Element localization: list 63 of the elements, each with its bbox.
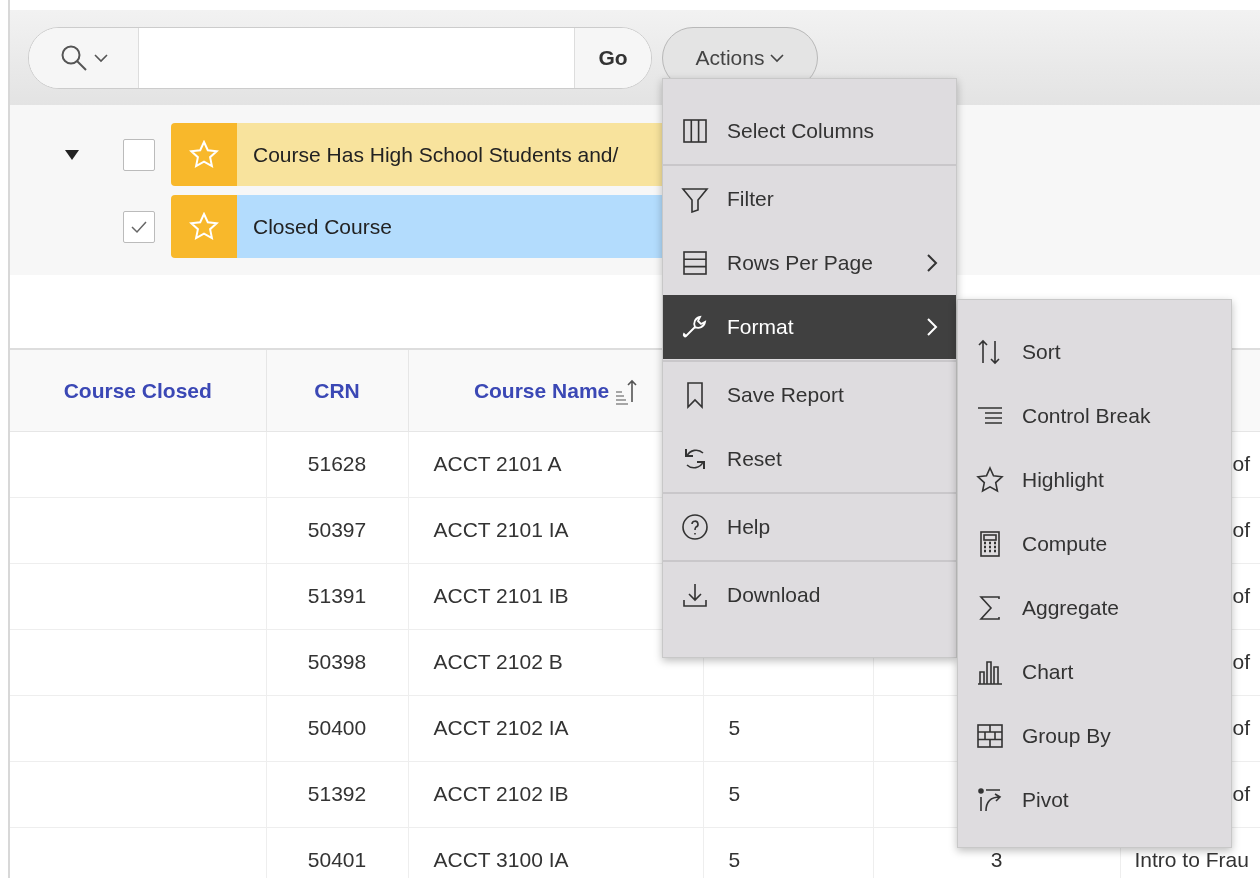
menu-item[interactable]: Download xyxy=(663,563,956,627)
table-cell: 5 xyxy=(728,716,741,740)
table-cell: 50398 xyxy=(307,650,367,674)
menu-item[interactable]: Pivot xyxy=(958,768,1231,832)
table-cell: ACCT 2102 IA xyxy=(433,716,569,740)
filter-icon xyxy=(681,185,709,213)
search-icon xyxy=(59,43,88,72)
menu-item[interactable]: Control Break xyxy=(958,384,1231,448)
checkmark-icon xyxy=(130,219,148,234)
table-cell: of xyxy=(1232,650,1250,674)
star-icon xyxy=(976,466,1004,494)
columns-icon xyxy=(681,117,709,145)
table-cell: of xyxy=(1232,782,1250,806)
highlight-star-button[interactable] xyxy=(171,123,237,186)
column-header[interactable]: Course Name xyxy=(473,378,610,402)
go-button[interactable]: Go xyxy=(574,27,651,88)
highlight-star-button[interactable] xyxy=(171,195,237,258)
star-icon xyxy=(189,139,219,170)
table-cell: ACCT 2101 IA xyxy=(433,518,569,542)
filter-checkbox[interactable] xyxy=(123,138,155,171)
table-cell: 50400 xyxy=(307,716,367,740)
column-header[interactable]: CRN xyxy=(314,378,360,402)
table-cell: of xyxy=(1232,716,1250,740)
table-cell: ACCT 3100 IA xyxy=(433,848,569,872)
menu-item[interactable]: Save Report xyxy=(663,363,956,427)
table-cell: 51628 xyxy=(307,452,367,476)
table-cell: 50401 xyxy=(307,848,367,872)
menu-item[interactable]: Reset xyxy=(663,427,956,491)
menu-item[interactable]: Format xyxy=(663,295,956,359)
menu-item[interactable]: Highlight xyxy=(958,448,1231,512)
table-cell: Intro to Frau xyxy=(1134,848,1249,872)
table-cell: of xyxy=(1232,452,1250,476)
help-icon xyxy=(681,513,709,541)
bar-chart-icon xyxy=(976,658,1004,686)
table-cell: 5 xyxy=(728,848,741,872)
collapse-triangle-icon[interactable] xyxy=(63,148,80,161)
chevron-down-icon xyxy=(93,52,108,63)
star-icon xyxy=(189,211,219,242)
menu-item[interactable]: Compute xyxy=(958,512,1231,576)
pivot-icon xyxy=(976,786,1004,814)
menu-item[interactable]: Help xyxy=(663,495,956,559)
chevron-down-icon xyxy=(770,52,785,63)
search-options-button[interactable] xyxy=(29,27,139,88)
column-header[interactable]: Course Closed xyxy=(63,378,212,402)
menu-item[interactable]: Chart xyxy=(958,640,1231,704)
menu-item[interactable]: Sort xyxy=(958,320,1231,384)
table-cell: 50397 xyxy=(307,518,367,542)
table-cell: ACCT 2102 B xyxy=(433,650,563,674)
grid-icon xyxy=(976,722,1004,750)
download-icon xyxy=(681,581,709,609)
table-cell: of xyxy=(1232,518,1250,542)
table-cell: of xyxy=(1232,584,1250,608)
table-cell: 51391 xyxy=(307,584,367,608)
table-cell: ACCT 2102 IB xyxy=(433,782,569,806)
table-cell: 51392 xyxy=(307,782,367,806)
rows-icon xyxy=(681,249,709,277)
filter-checkbox[interactable] xyxy=(123,210,155,243)
table-cell: 3 xyxy=(990,848,1003,872)
table-cell: ACCT 2101 A xyxy=(433,452,562,476)
menu-item[interactable]: Group By xyxy=(958,704,1231,768)
menu-item[interactable]: Aggregate xyxy=(958,576,1231,640)
table-cell: ACCT 2101 IB xyxy=(433,584,569,608)
table-cell: 5 xyxy=(728,782,741,806)
